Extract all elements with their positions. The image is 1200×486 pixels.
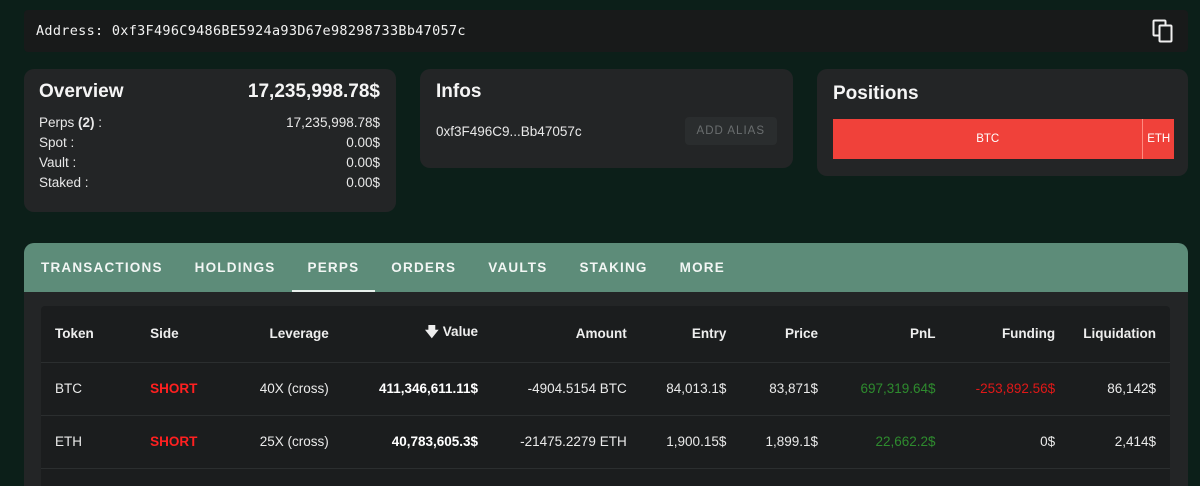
header-funding[interactable]: Funding <box>949 306 1070 363</box>
position-segment-btc[interactable]: BTC <box>833 119 1143 159</box>
positions-title: Positions <box>833 83 919 104</box>
infos-address: 0xf3F496C9...Bb47057c <box>436 123 582 139</box>
overview-row-value: 0.00$ <box>346 155 380 170</box>
table-row[interactable]: ETH SHORT 25X (cross) 40,783,605.3$ -214… <box>41 415 1170 469</box>
positions-bar: BTC ETH <box>833 119 1174 159</box>
cell-liquidation: 86,142$ <box>1069 362 1170 416</box>
header-liquidation[interactable]: Liquidation <box>1069 306 1170 363</box>
tab-vaults[interactable]: VAULTS <box>472 243 563 292</box>
cell-funding: 0$ <box>949 415 1070 469</box>
cell-side: SHORT <box>136 362 222 416</box>
address-text: Address: 0xf3F496C9486BE5924a93D67e98298… <box>36 23 466 39</box>
overview-row-value: 0.00$ <box>346 175 380 190</box>
overview-row-label: Spot : <box>39 135 75 150</box>
cell-entry: 1,900.15$ <box>640 415 741 469</box>
cell-leverage: 40X (cross) <box>221 362 343 416</box>
cell-liquidation: 2,414$ <box>1069 415 1170 469</box>
cell-funding: -253,892.56$ <box>949 362 1070 416</box>
table-row[interactable]: BTC SHORT 40X (cross) 411,346,611.11$ -4… <box>41 362 1170 416</box>
header-pnl[interactable]: PnL <box>832 306 950 363</box>
table-header-row: Token Side Leverage 🡇 Value Amount Entry … <box>41 306 1170 363</box>
cell-amount: -21475.2279 ETH <box>492 415 641 469</box>
cell-price: 83,871$ <box>740 362 832 416</box>
tab-bar: TRANSACTIONS HOLDINGS PERPS ORDERS VAULT… <box>24 243 1188 292</box>
cell-leverage: 25X (cross) <box>221 415 343 469</box>
positions-card: Positions BTC ETH <box>817 69 1188 176</box>
cell-token: BTC <box>41 362 137 416</box>
cell-pnl: 22,662.2$ <box>832 415 950 469</box>
overview-row-spot: Spot : 0.00$ <box>39 133 380 153</box>
tab-orders[interactable]: ORDERS <box>375 243 472 292</box>
cell-pnl: 697,319.64$ <box>832 362 950 416</box>
tab-perps[interactable]: PERPS <box>291 243 376 292</box>
cell-amount: -4904.5154 BTC <box>492 362 641 416</box>
cell-side: SHORT <box>136 415 222 469</box>
header-leverage[interactable]: Leverage <box>221 306 343 363</box>
add-alias-button[interactable]: ADD ALIAS <box>684 117 777 145</box>
overview-row-label: Perps (2) : <box>39 115 103 130</box>
overview-row-value: 17,235,998.78$ <box>286 115 380 130</box>
header-side[interactable]: Side <box>136 306 222 363</box>
perps-table: Token Side Leverage 🡇 Value Amount Entry … <box>41 306 1170 469</box>
header-amount[interactable]: Amount <box>492 306 641 363</box>
address-bar: Address: 0xf3F496C9486BE5924a93D67e98298… <box>24 10 1188 52</box>
cell-entry: 84,013.1$ <box>640 362 741 416</box>
tab-staking[interactable]: STAKING <box>563 243 663 292</box>
header-value[interactable]: 🡇 Value <box>342 306 493 363</box>
cell-value: 40,783,605.3$ <box>342 415 493 469</box>
header-price[interactable]: Price <box>740 306 832 363</box>
tab-more[interactable]: MORE <box>664 243 741 292</box>
overview-title: Overview <box>39 81 124 102</box>
overview-row-vault: Vault : 0.00$ <box>39 153 380 173</box>
arrow-down-icon: 🡇 <box>424 324 439 340</box>
overview-row-value: 0.00$ <box>346 135 380 150</box>
infos-title: Infos <box>436 81 482 102</box>
perps-table-container: Token Side Leverage 🡇 Value Amount Entry … <box>41 306 1170 486</box>
tab-transactions[interactable]: TRANSACTIONS <box>41 243 179 292</box>
position-segment-eth[interactable]: ETH <box>1142 119 1174 159</box>
overview-row-staked: Staked : 0.00$ <box>39 173 380 193</box>
infos-card: Infos 0xf3F496C9...Bb47057c ADD ALIAS <box>420 69 793 168</box>
header-token[interactable]: Token <box>41 306 137 363</box>
tab-holdings[interactable]: HOLDINGS <box>179 243 292 292</box>
copy-icon[interactable] <box>1152 19 1174 43</box>
cell-token: ETH <box>41 415 137 469</box>
cell-price: 1,899.1$ <box>740 415 832 469</box>
overview-row-label: Vault : <box>39 155 77 170</box>
cell-value: 411,346,611.11$ <box>342 362 493 416</box>
overview-total: 17,235,998.78$ <box>247 81 380 102</box>
overview-row-label: Staked : <box>39 175 89 190</box>
overview-row-perps: Perps (2) : 17,235,998.78$ <box>39 113 380 133</box>
perps-panel: TRANSACTIONS HOLDINGS PERPS ORDERS VAULT… <box>24 243 1188 486</box>
overview-card: Overview 17,235,998.78$ Perps (2) : 17,2… <box>24 69 396 212</box>
header-entry[interactable]: Entry <box>640 306 741 363</box>
